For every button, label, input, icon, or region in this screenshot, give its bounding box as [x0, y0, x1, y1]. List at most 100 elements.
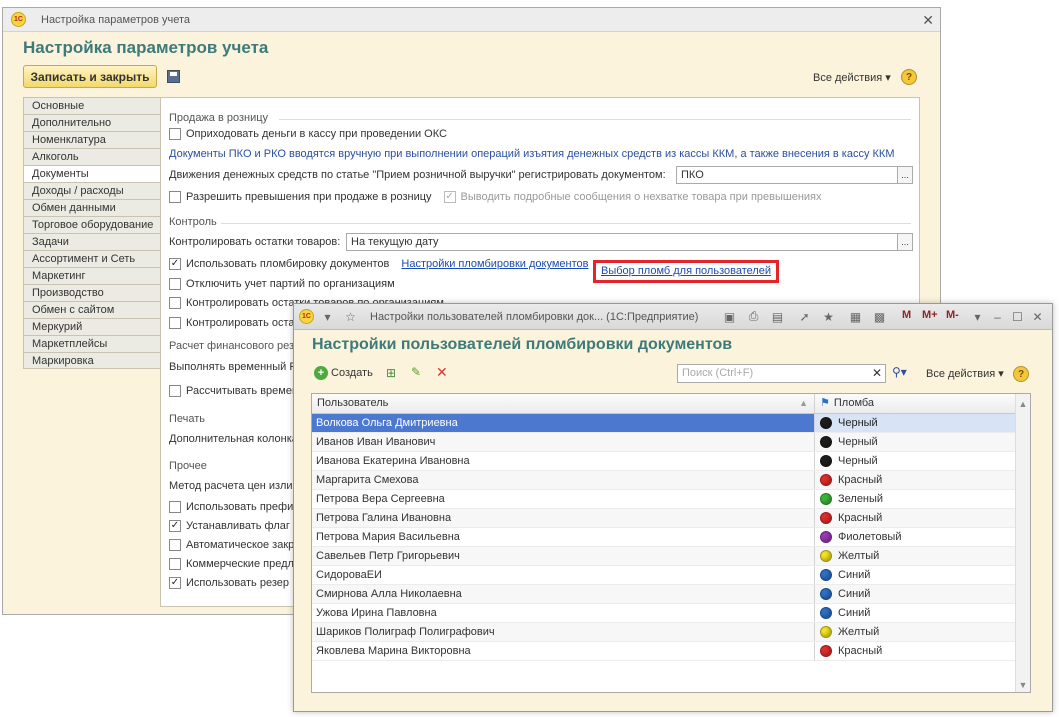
table-row[interactable]: Иванова Екатерина Ивановна Черный: [312, 452, 1030, 471]
checkbox-row-other5[interactable]: ✓ Использовать резер: [169, 577, 289, 589]
checkbox[interactable]: [169, 385, 181, 397]
print-icon[interactable]: ⎙: [746, 309, 761, 324]
stock-control-field[interactable]: На текущую дату: [346, 233, 898, 251]
scrollbar[interactable]: ▲ ▼: [1015, 394, 1030, 692]
search-input[interactable]: Поиск (Ctrl+F): [677, 364, 886, 383]
checkbox[interactable]: [169, 297, 181, 309]
sidebar-item-alcohol[interactable]: Алкоголь: [23, 148, 161, 165]
sidebar-item-data-exchange[interactable]: Обмен данными: [23, 199, 161, 216]
favorites-icon[interactable]: ★: [821, 309, 836, 324]
checkbox-row-excess[interactable]: Разрешить превышения при продаже в розни…: [169, 191, 822, 203]
sidebar-item-main[interactable]: Основные: [23, 97, 161, 114]
calendar-icon[interactable]: ▩: [872, 309, 887, 324]
memory-m-plus-button[interactable]: M+: [922, 309, 938, 321]
checkbox-row-stock-partial[interactable]: Контролировать оста: [169, 317, 295, 329]
seal-cell[interactable]: Желтый: [815, 547, 1030, 565]
seal-cell[interactable]: Красный: [815, 509, 1030, 527]
checkbox-row-calc[interactable]: Рассчитывать времен: [169, 385, 298, 397]
create-button[interactable]: + Создать: [314, 366, 373, 380]
table-row[interactable]: Волкова Ольга Дмитриевна Черный: [312, 414, 1030, 433]
user-cell[interactable]: Яковлева Марина Викторовна: [312, 642, 815, 660]
user-cell[interactable]: Маргарита Смехова: [312, 471, 815, 489]
maximize-icon[interactable]: ☐: [1010, 309, 1025, 324]
menu-icon[interactable]: ▾: [320, 309, 335, 324]
memory-m-button[interactable]: M: [902, 309, 911, 321]
save-and-close-button[interactable]: Записать и закрыть: [23, 65, 157, 88]
table-row[interactable]: Смирнова Алла Николаевна Синий: [312, 585, 1030, 604]
star-icon[interactable]: ☆: [343, 309, 358, 324]
column-user[interactable]: Пользователь ▲: [312, 394, 815, 413]
clear-search-icon[interactable]: ✕: [869, 365, 885, 382]
navigate-icon[interactable]: ➚: [797, 309, 812, 324]
all-actions-menu[interactable]: Все действия ▾: [926, 367, 1004, 380]
memory-m-minus-button[interactable]: M-: [946, 309, 959, 321]
close-icon[interactable]: ✕: [922, 12, 934, 29]
checkbox-row-batches[interactable]: Отключить учет партий по организациям: [169, 278, 395, 290]
movement-document-field[interactable]: ПКО: [676, 166, 898, 184]
checkbox[interactable]: [169, 558, 181, 570]
checkbox[interactable]: [169, 317, 181, 329]
table-row[interactable]: СидороваЕИ Синий: [312, 566, 1030, 585]
help-icon[interactable]: ?: [1013, 366, 1029, 382]
table-row[interactable]: Яковлева Марина Викторовна Красный: [312, 642, 1030, 661]
seal-cell[interactable]: Синий: [815, 566, 1030, 584]
seal-cell[interactable]: Красный: [815, 471, 1030, 489]
calculator-icon[interactable]: ▦: [848, 309, 863, 324]
scroll-up-icon[interactable]: ▲: [1016, 394, 1030, 414]
user-cell[interactable]: Петрова Галина Ивановна: [312, 509, 815, 527]
table-row[interactable]: Шариков Полиграф Полиграфович Желтый: [312, 623, 1030, 642]
sidebar-item-marking[interactable]: Маркировка: [23, 352, 161, 369]
table-row[interactable]: Иванов Иван Иванович Черный: [312, 433, 1030, 452]
sidebar-item-documents[interactable]: Документы: [23, 165, 161, 182]
seal-cell[interactable]: Черный: [815, 414, 1030, 432]
sidebar-item-nomenclature[interactable]: Номенклатура: [23, 131, 161, 148]
seal-cell[interactable]: Зеленый: [815, 490, 1030, 508]
seal-cell[interactable]: Синий: [815, 585, 1030, 603]
all-actions-menu[interactable]: Все действия ▾: [813, 71, 891, 84]
checkbox[interactable]: [169, 539, 181, 551]
save-icon[interactable]: ▣: [722, 309, 737, 324]
user-cell[interactable]: Ужова Ирина Павловна: [312, 604, 815, 622]
user-cell[interactable]: Петрова Вера Сергеевна: [312, 490, 815, 508]
seal-settings-link[interactable]: Настройки пломбировки документов: [401, 258, 588, 270]
sidebar-item-production[interactable]: Производство: [23, 284, 161, 301]
column-seal[interactable]: ⚑ Пломба: [815, 394, 1030, 413]
sidebar-item-trade-equipment[interactable]: Торговое оборудование: [23, 216, 161, 233]
user-cell[interactable]: Савельев Петр Григорьевич: [312, 547, 815, 565]
sidebar-item-marketplaces[interactable]: Маркетплейсы: [23, 335, 161, 352]
checkbox-row-other3[interactable]: Автоматическое закр: [169, 539, 294, 551]
checkbox[interactable]: [169, 128, 181, 140]
seal-cell[interactable]: Черный: [815, 452, 1030, 470]
seal-cell[interactable]: Фиолетовый: [815, 528, 1030, 546]
sidebar-item-site-exchange[interactable]: Обмен с сайтом: [23, 301, 161, 318]
user-cell[interactable]: Смирнова Алла Николаевна: [312, 585, 815, 603]
table-row[interactable]: Петрова Галина Ивановна Красный: [312, 509, 1030, 528]
checkbox-row-seal[interactable]: ✓ Использовать пломбировку документов Наст…: [169, 258, 588, 270]
checkbox[interactable]: [169, 278, 181, 290]
minimize-icon[interactable]: –: [990, 309, 1005, 324]
sidebar-item-tasks[interactable]: Задачи: [23, 233, 161, 250]
sidebar-item-additional[interactable]: Дополнительно: [23, 114, 161, 131]
checkbox[interactable]: ✓: [169, 577, 181, 589]
checkbox-row-other1[interactable]: Использовать префи: [169, 501, 293, 513]
table-row[interactable]: Ужова Ирина Павловна Синий: [312, 604, 1030, 623]
seal-cell[interactable]: Синий: [815, 604, 1030, 622]
user-cell[interactable]: Шариков Полиграф Полиграфович: [312, 623, 815, 641]
sidebar-item-assortment[interactable]: Ассортимент и Сеть: [23, 250, 161, 267]
table-row[interactable]: Маргарита Смехова Красный: [312, 471, 1030, 490]
delete-icon[interactable]: ✕: [436, 364, 448, 381]
checkbox[interactable]: [169, 501, 181, 513]
user-cell[interactable]: Петрова Мария Васильевна: [312, 528, 815, 546]
close-icon[interactable]: ✕: [1030, 309, 1045, 324]
seal-cell[interactable]: Красный: [815, 642, 1030, 660]
edit-icon[interactable]: ✎: [411, 365, 421, 379]
select-button[interactable]: ...: [897, 233, 913, 251]
select-button[interactable]: ...: [897, 166, 913, 184]
user-cell[interactable]: Иванова Екатерина Ивановна: [312, 452, 815, 470]
sidebar-item-income-expense[interactable]: Доходы / расходы: [23, 182, 161, 199]
checkbox[interactable]: ✓: [169, 520, 181, 532]
more-icon[interactable]: ▾: [970, 309, 985, 324]
user-cell[interactable]: Иванов Иван Иванович: [312, 433, 815, 451]
table-row[interactable]: Петрова Вера Сергеевна Зеленый: [312, 490, 1030, 509]
user-cell[interactable]: СидороваЕИ: [312, 566, 815, 584]
